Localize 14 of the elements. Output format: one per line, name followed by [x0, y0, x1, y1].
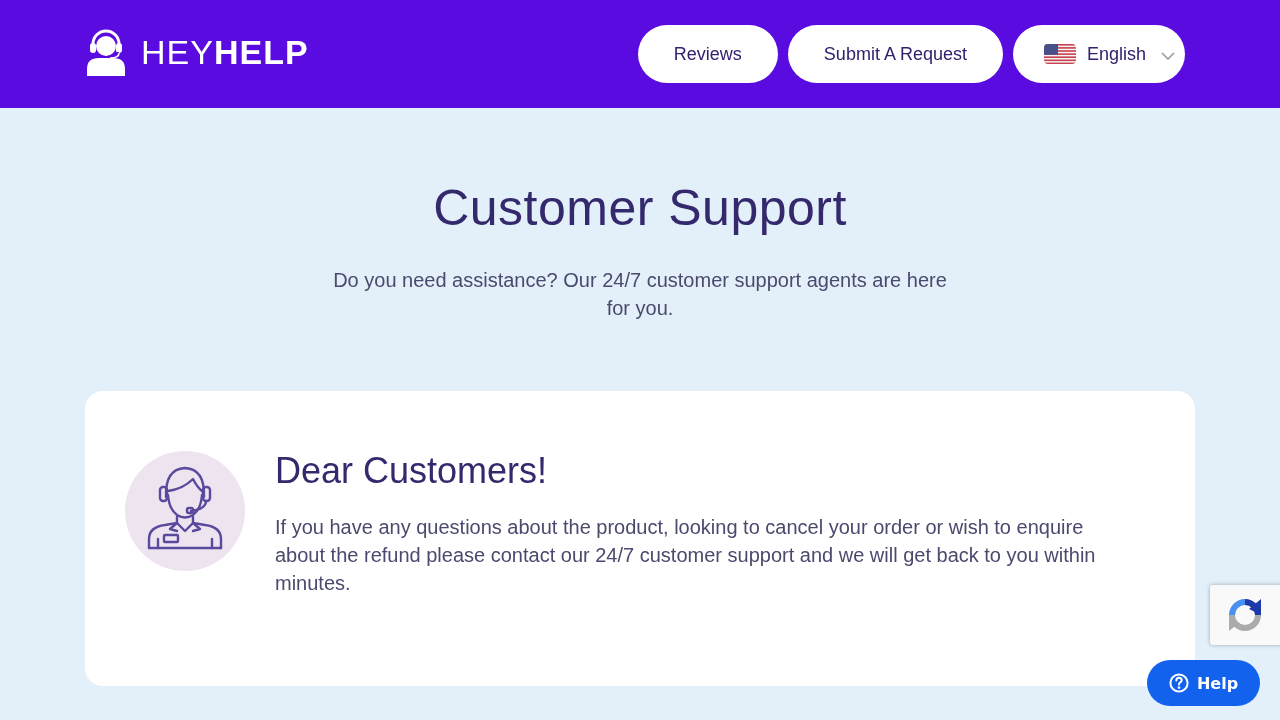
notice-heading: Dear Customers!	[275, 451, 549, 491]
nav-button[interactable]: Submit A Request	[787, 25, 1003, 83]
support-agent-icon	[125, 451, 245, 571]
language-select[interactable]: English	[1012, 25, 1185, 83]
notice-text: If you have any questions about the product, looking to cancel your order or wish to enquire about the refund please contact our 24/7 customer support and we will get back to you within minutes.	[275, 515, 1097, 596]
help-button[interactable]: Help	[1147, 660, 1260, 706]
question-circle-icon	[1168, 673, 1189, 693]
page-subtitle: Do you need assistance? Our 24/7 customer support agents are here for you.	[332, 268, 948, 321]
logo-wordmark[interactable]: HEYHELP	[141, 32, 309, 72]
nav-button[interactable]: Reviews	[637, 25, 778, 83]
flag-icon	[1043, 44, 1076, 64]
page-title: Customer Support	[433, 180, 847, 236]
chevron-down-icon	[1161, 52, 1175, 60]
headset-person-icon	[87, 28, 125, 76]
